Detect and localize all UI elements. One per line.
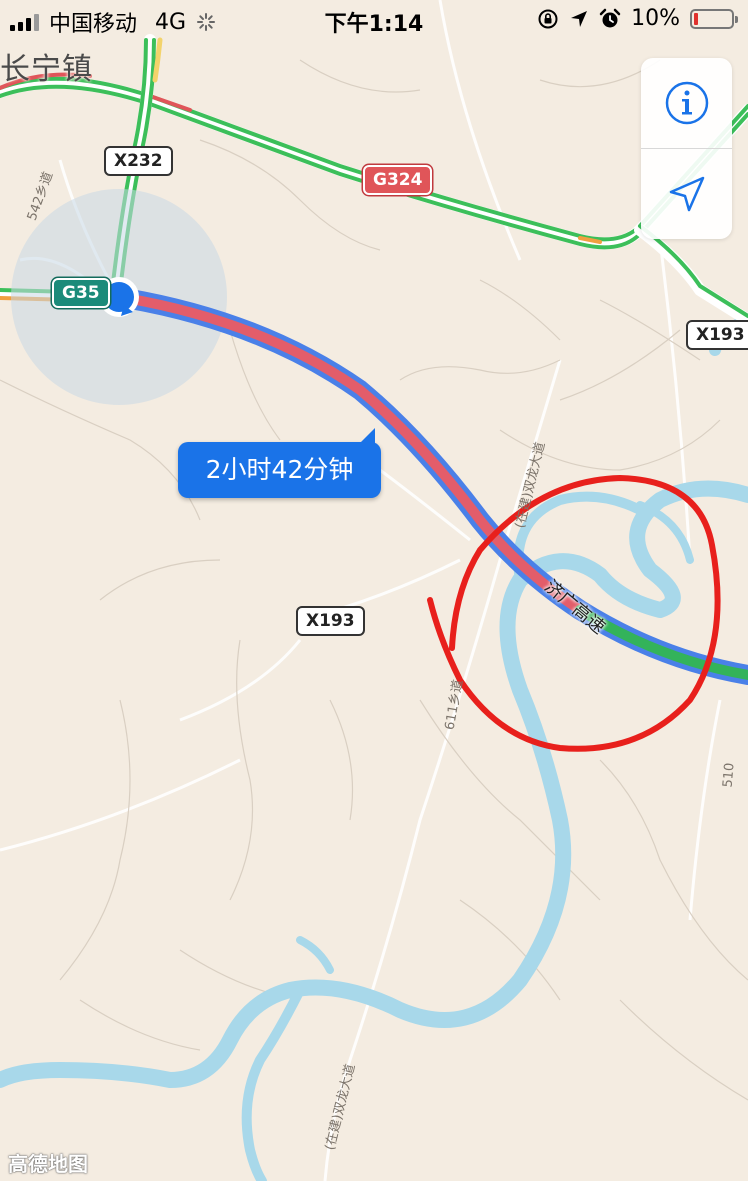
x232-shield[interactable]: X232 xyxy=(104,146,173,176)
x193-shield-east[interactable]: X193 xyxy=(686,320,748,350)
info-button[interactable] xyxy=(641,58,732,148)
road-510-label: 510 xyxy=(720,762,738,789)
status-right: 10% xyxy=(537,6,738,31)
town-label: 长宁镇 xyxy=(0,52,93,87)
map-provider-logo: 高德地图 xyxy=(8,1152,88,1176)
locate-arrow-icon xyxy=(669,176,704,212)
locate-button[interactable] xyxy=(641,149,732,239)
alarm-icon xyxy=(599,8,621,27)
map-screen: 长宁镇 X232 G324 G35 X193 X193 542乡道 611乡道 … xyxy=(0,0,748,1181)
battery-percent: 10% xyxy=(631,6,680,31)
status-bar: 中国移动 4G 下午1:14 10% xyxy=(0,0,748,40)
orientation-lock-icon xyxy=(538,9,558,28)
route-duration-bubble[interactable]: 2小时42分钟 xyxy=(178,428,381,498)
battery-icon xyxy=(690,8,738,29)
map-controls-panel xyxy=(641,58,732,239)
x193-shield-west[interactable]: X193 xyxy=(296,606,365,636)
g35-shield[interactable]: G35 xyxy=(52,278,110,308)
g324-shield[interactable]: G324 xyxy=(363,165,433,195)
location-arrow-icon xyxy=(571,10,588,27)
battery-level xyxy=(694,12,698,25)
info-icon xyxy=(665,81,708,125)
